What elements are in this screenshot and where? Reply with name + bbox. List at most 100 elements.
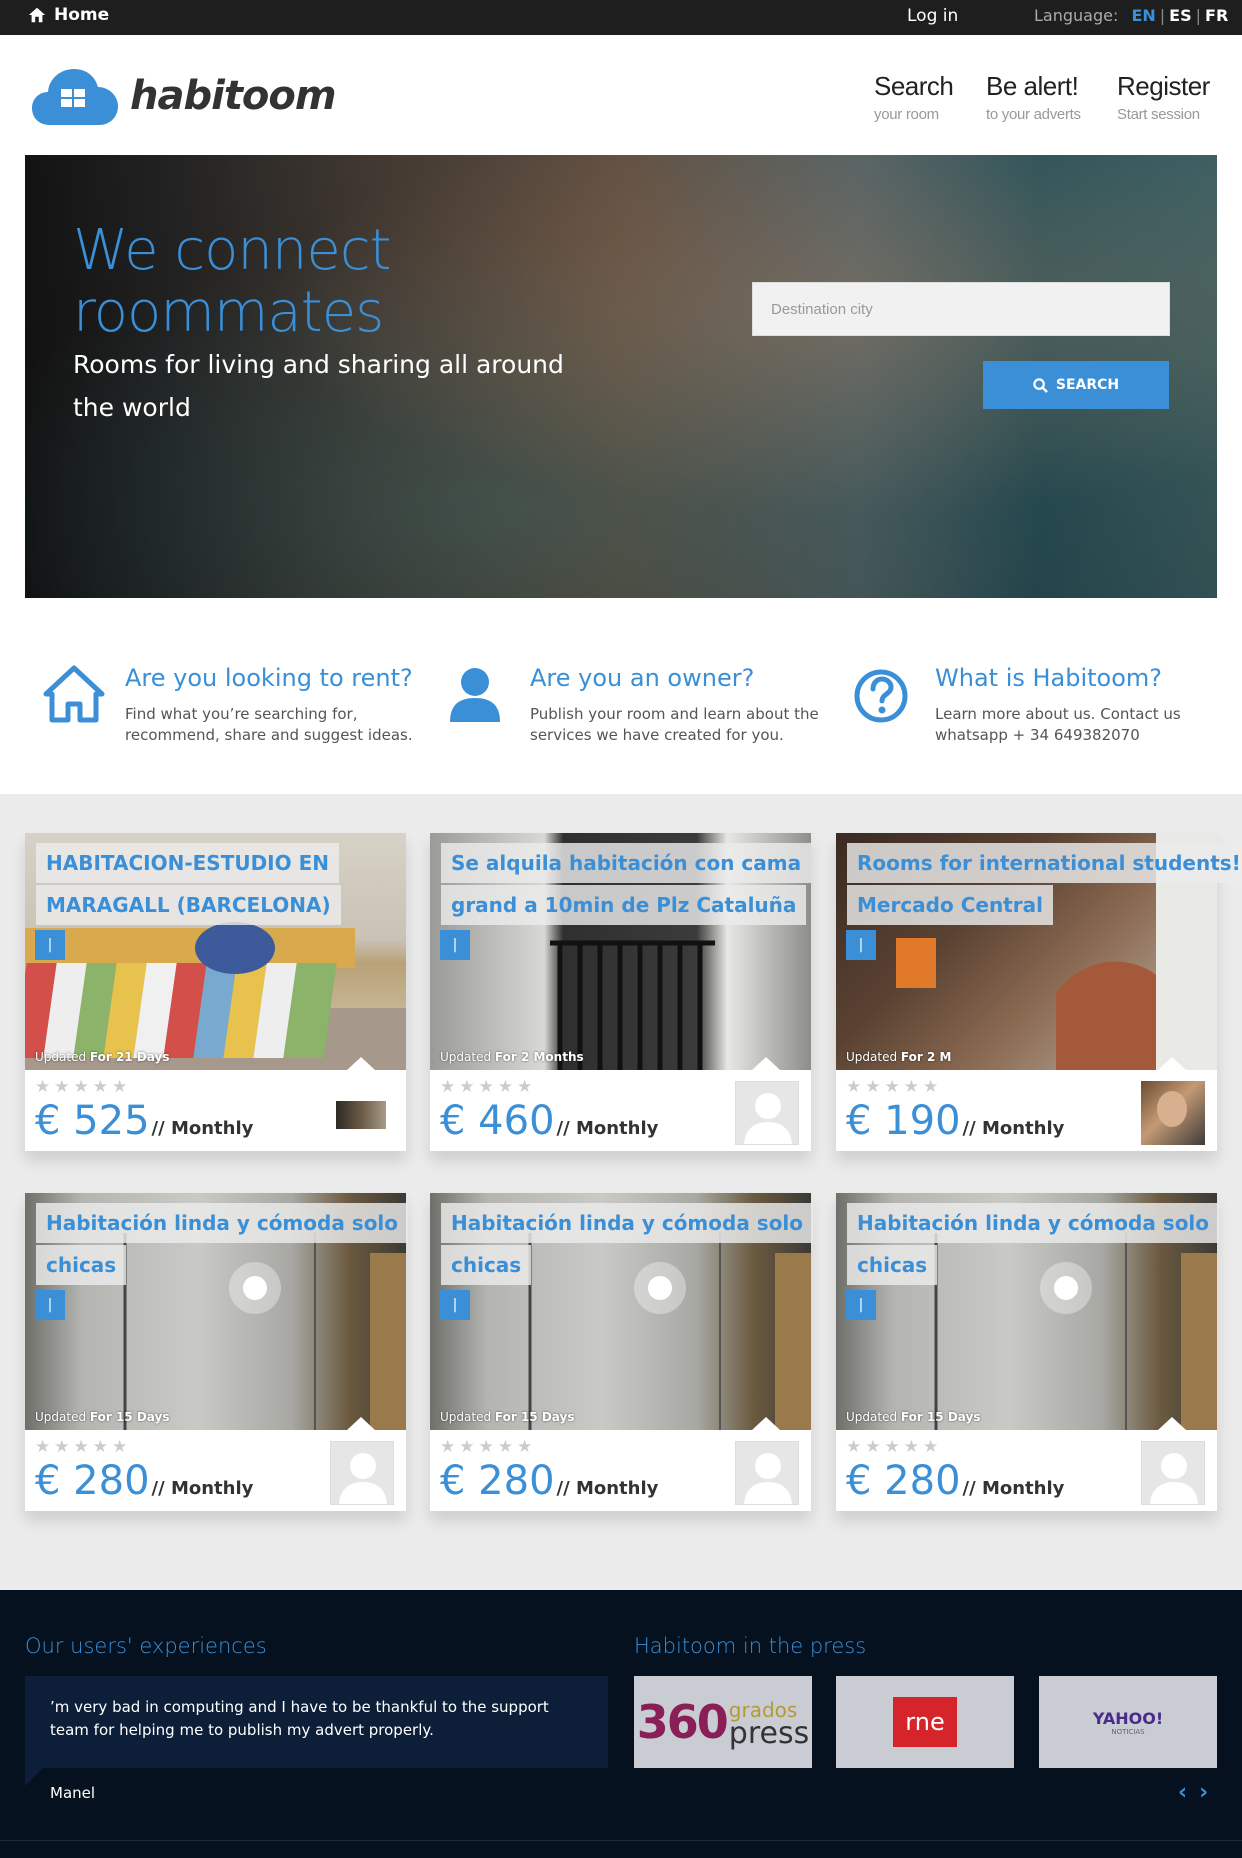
home-link[interactable]: Home xyxy=(28,5,109,25)
search-button-label: SEARCH xyxy=(1055,377,1120,393)
star-icon: ★ xyxy=(112,1077,128,1097)
chevron-left-icon[interactable]: ‹ xyxy=(1178,1780,1187,1805)
user-photo[interactable] xyxy=(1141,1081,1205,1145)
listing-title: Habitación linda y cómoda solo chicas xyxy=(847,1203,1220,1287)
listing-card[interactable]: Rooms for international students! Mercad… xyxy=(836,833,1242,1151)
rating-stars[interactable]: ★ ★ ★ ★ ★ xyxy=(846,1439,938,1456)
testimonial-tail xyxy=(25,1768,43,1786)
star-icon: ★ xyxy=(497,1437,513,1457)
footer-divider xyxy=(0,1840,1242,1841)
feature-rent-title: Are you looking to rent? xyxy=(125,664,413,692)
default-user-icon[interactable] xyxy=(735,1441,799,1505)
listings-section: HABITACION-ESTUDIO EN MARAGALL (BARCELON… xyxy=(0,794,1242,1590)
language-selector: Language: EN | ES | FR xyxy=(1034,6,1229,25)
listing-card[interactable]: Habitación linda y cómoda solo chicas | … xyxy=(430,1193,814,1511)
rating-stars[interactable]: ★ ★ ★ ★ ★ xyxy=(35,1439,127,1456)
rating-stars[interactable]: ★ ★ ★ ★ ★ xyxy=(440,1079,532,1096)
room-thumbnail[interactable] xyxy=(330,1081,394,1145)
star-icon: ★ xyxy=(478,1077,494,1097)
feature-rent-text: Find what you’re searching for, recommen… xyxy=(125,705,413,744)
language-es[interactable]: ES xyxy=(1169,6,1191,25)
star-icon: ★ xyxy=(112,1437,128,1457)
default-user-icon[interactable] xyxy=(735,1081,799,1145)
listing-updated: Updated For 2 Months xyxy=(440,1050,584,1064)
language-fr[interactable]: FR xyxy=(1205,6,1228,25)
login-link[interactable]: Log in xyxy=(907,6,958,26)
listing-card[interactable]: Se alquila habitación con cama grand a 1… xyxy=(430,833,812,1151)
card-notch xyxy=(752,1417,780,1430)
listing-tag[interactable]: | xyxy=(440,1290,470,1320)
listing-tag[interactable]: | xyxy=(35,930,65,960)
star-icon: ★ xyxy=(903,1077,919,1097)
nav-register[interactable]: Register Start session xyxy=(1117,71,1210,123)
destination-city-input[interactable]: Destination city xyxy=(752,282,1170,336)
listing-updated: Updated For 15 Days xyxy=(846,1410,981,1424)
press-carousel-controls: ‹ › xyxy=(1178,1780,1208,1805)
listing-title-line: chicas xyxy=(36,1245,127,1285)
star-icon: ★ xyxy=(884,1437,900,1457)
listing-tag[interactable]: | xyxy=(846,1290,876,1320)
listing-card[interactable]: HABITACION-ESTUDIO EN MARAGALL (BARCELON… xyxy=(25,833,406,1151)
card-notch xyxy=(1158,1057,1186,1070)
default-user-icon[interactable] xyxy=(330,1441,394,1505)
house-icon xyxy=(43,665,105,723)
home-icon xyxy=(28,7,46,23)
top-bar: Home Log in Language: EN | ES | FR xyxy=(0,0,1242,35)
star-icon: ★ xyxy=(497,1077,513,1097)
star-icon: ★ xyxy=(54,1077,70,1097)
feature-what-is-text: Learn more about us. Contact us whatsapp… xyxy=(935,705,1181,744)
listing-updated: Updated For 15 Days xyxy=(35,1410,170,1424)
card-notch xyxy=(1158,1417,1186,1430)
nav-search-subtitle: your room xyxy=(874,106,939,123)
user-icon xyxy=(450,668,500,722)
star-icon: ★ xyxy=(440,1077,456,1097)
experiences-title: Our users' experiences xyxy=(25,1634,267,1658)
listing-updated: Updated For 21 Days xyxy=(35,1050,170,1064)
listing-tag[interactable]: | xyxy=(35,1290,65,1320)
listing-title: HABITACION-ESTUDIO EN MARAGALL (BARCELON… xyxy=(36,843,395,927)
footer: Our users' experiences ’m very bad in co… xyxy=(0,1590,1242,1858)
listing-price: € 280// Monthly xyxy=(440,1458,659,1504)
site-header: habitoom Search your room Be alert! to y… xyxy=(0,35,1242,155)
star-icon: ★ xyxy=(54,1437,70,1457)
rne-logo[interactable]: rne xyxy=(836,1676,1014,1768)
search-button[interactable]: SEARCH xyxy=(983,361,1169,409)
card-notch xyxy=(347,1057,375,1070)
rating-stars[interactable]: ★ ★ ★ ★ ★ xyxy=(35,1079,127,1096)
star-icon: ★ xyxy=(517,1077,533,1097)
360-grados-press-logo[interactable]: 360 grados press xyxy=(634,1676,812,1768)
star-icon: ★ xyxy=(92,1437,108,1457)
card-notch xyxy=(752,1057,780,1070)
star-icon: ★ xyxy=(846,1437,862,1457)
star-icon: ★ xyxy=(517,1437,533,1457)
nav-search[interactable]: Search your room xyxy=(874,71,954,123)
nav-be-alert[interactable]: Be alert! to your adverts xyxy=(986,71,1081,123)
cloud-logo-icon xyxy=(32,69,118,125)
listing-tag[interactable]: | xyxy=(846,930,876,960)
listing-card[interactable]: Habitación linda y cómoda solo chicas | … xyxy=(25,1193,409,1511)
chevron-right-icon[interactable]: › xyxy=(1199,1780,1208,1805)
rating-stars[interactable]: ★ ★ ★ ★ ★ xyxy=(846,1079,938,1096)
listing-title-line: Habitación linda y cómoda solo xyxy=(36,1203,409,1243)
listing-title: Habitación linda y cómoda solo chicas xyxy=(441,1203,814,1287)
star-icon: ★ xyxy=(478,1437,494,1457)
nav-be-alert-subtitle: to your adverts xyxy=(986,106,1081,123)
listing-card[interactable]: Habitación linda y cómoda solo chicas | … xyxy=(836,1193,1220,1511)
question-icon xyxy=(854,669,908,723)
habitoom-logo[interactable]: habitoom xyxy=(32,65,337,127)
listing-title-line: Habitación linda y cómoda solo xyxy=(847,1203,1220,1243)
language-en[interactable]: EN xyxy=(1131,6,1155,25)
hero-title: We connect roommates xyxy=(73,218,392,345)
nav-be-alert-title: Be alert! xyxy=(986,71,1079,101)
hero-banner: We connect roommates Rooms for living an… xyxy=(25,155,1217,598)
star-icon: ★ xyxy=(923,1077,939,1097)
listing-tag[interactable]: | xyxy=(440,930,470,960)
default-user-icon[interactable] xyxy=(1141,1441,1205,1505)
listing-updated: Updated For 15 Days xyxy=(440,1410,575,1424)
listing-price: € 190// Monthly xyxy=(846,1098,1065,1144)
yahoo-noticias-logo[interactable]: YAHOO! NOTICIAS xyxy=(1039,1676,1217,1768)
feature-what-is-title: What is Habitoom? xyxy=(935,664,1163,692)
rating-stars[interactable]: ★ ★ ★ ★ ★ xyxy=(440,1439,532,1456)
language-label: Language: xyxy=(1034,6,1119,25)
home-label: Home xyxy=(54,5,110,25)
